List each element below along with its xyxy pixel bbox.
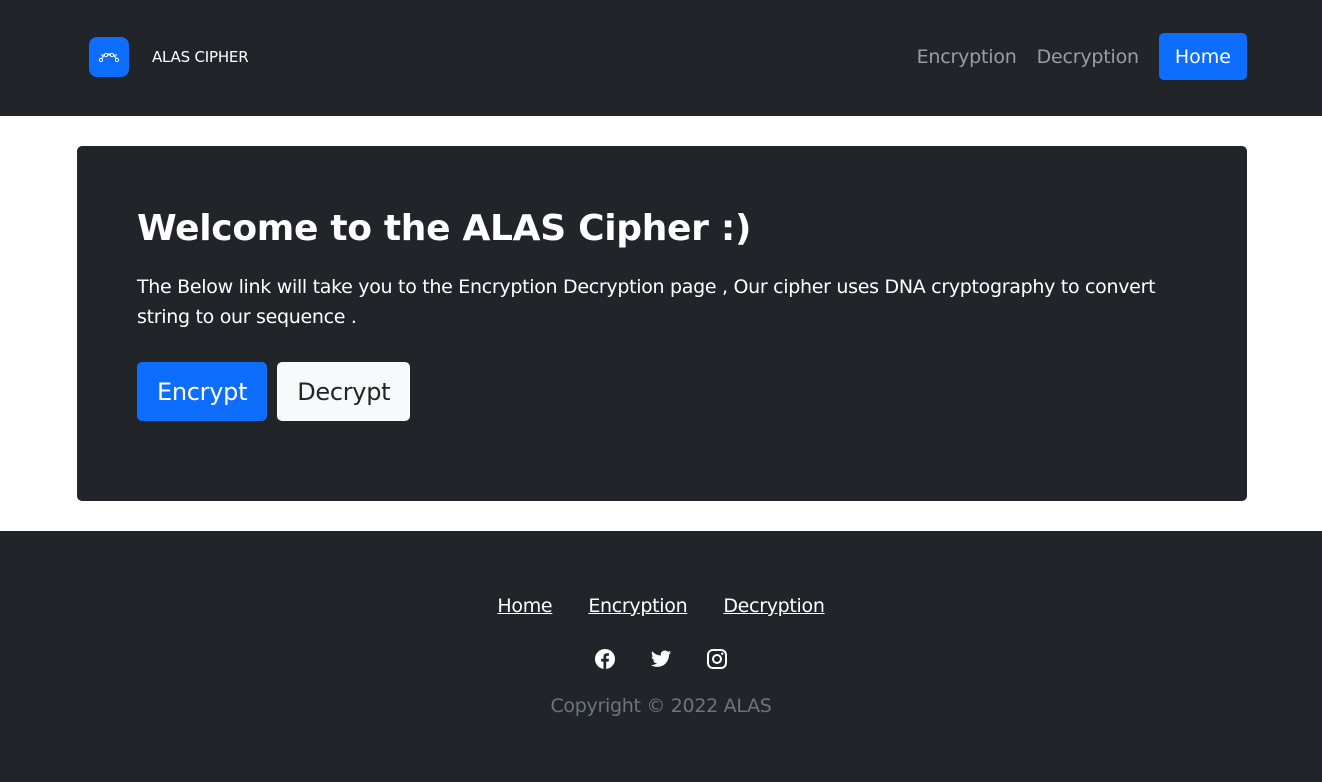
social-links xyxy=(0,648,1322,670)
hero-section: Welcome to the ALAS Cipher :) The Below … xyxy=(77,146,1247,501)
hero-description: The Below link will take you to the Encr… xyxy=(137,276,1156,328)
nav-link-decryption[interactable]: Decryption xyxy=(1037,46,1139,68)
encrypt-button[interactable]: Encrypt xyxy=(137,362,268,421)
hero-actions: Encrypt Decrypt xyxy=(137,362,411,421)
navbar: ALAS CIPHER Encryption Decryption Home xyxy=(0,0,1322,116)
footer: Home Encryption Decryption Copyright © 2… xyxy=(0,531,1322,782)
brand-link[interactable]: ALAS CIPHER xyxy=(89,37,249,77)
copyright-text: Copyright © 2022 ALAS xyxy=(550,695,772,717)
hero-title: Welcome to the ALAS Cipher :) xyxy=(137,208,752,249)
footer-nav: Home Encryption Decryption xyxy=(0,595,1322,617)
home-button[interactable]: Home xyxy=(1158,33,1247,80)
bezier-curve-icon xyxy=(89,37,129,77)
nav-link-encryption[interactable]: Encryption xyxy=(917,46,1017,68)
twitter-icon[interactable] xyxy=(650,648,672,670)
facebook-icon[interactable] xyxy=(594,648,616,670)
footer-link-encryption[interactable]: Encryption xyxy=(588,595,687,617)
footer-link-home[interactable]: Home xyxy=(497,595,552,617)
decrypt-button[interactable]: Decrypt xyxy=(277,362,411,421)
main-nav: Encryption Decryption Home xyxy=(897,33,1247,80)
footer-link-decryption[interactable]: Decryption xyxy=(723,595,825,617)
instagram-icon[interactable] xyxy=(706,648,728,670)
brand-name: ALAS CIPHER xyxy=(152,48,249,66)
